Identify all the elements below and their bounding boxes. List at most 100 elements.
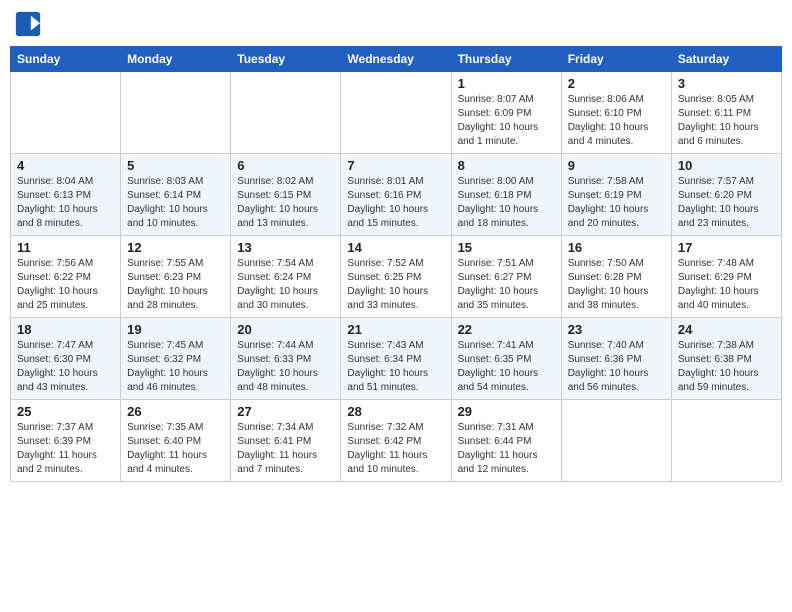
- calendar-day-cell: 16 Sunrise: 7:50 AM Sunset: 6:28 PM Dayli…: [561, 236, 671, 318]
- calendar-day-cell: 9 Sunrise: 7:58 AM Sunset: 6:19 PM Daylig…: [561, 154, 671, 236]
- day-number: 28: [347, 404, 444, 419]
- calendar-day-cell: 3Sunrise: 8:05 AM Sunset: 6:11 PM Daylig…: [671, 72, 781, 154]
- day-number: 18: [17, 322, 114, 337]
- day-info: Sunrise: 8:04 AM Sunset: 6:13 PM Dayligh…: [17, 175, 114, 231]
- day-number: 16: [568, 240, 665, 255]
- day-info: Sunrise: 7:43 AM Sunset: 6:34 PM Dayligh…: [347, 339, 444, 395]
- calendar-table: SundayMondayTuesdayWednesdayThursdayFrid…: [10, 46, 782, 482]
- calendar-body: 1 Sunrise: 8:07 AM Sunset: 6:09 PM Daylig…: [11, 72, 782, 482]
- calendar-day-cell: [121, 72, 231, 154]
- calendar-week-row: 25 Sunrise: 7:37 AM Sunset: 6:39 PM Dayli…: [11, 400, 782, 482]
- day-number: 25: [17, 404, 114, 419]
- calendar-day-cell: 8Sunrise: 8:00 AM Sunset: 6:18 PM Daylig…: [451, 154, 561, 236]
- day-info: Sunrise: 8:01 AM Sunset: 6:16 PM Dayligh…: [347, 175, 444, 231]
- calendar-day-cell: 20Sunrise: 7:44 AM Sunset: 6:33 PM Dayli…: [231, 318, 341, 400]
- day-info: Sunrise: 7:32 AM Sunset: 6:42 PM Dayligh…: [347, 421, 444, 477]
- calendar-day-cell: [341, 72, 451, 154]
- logo: [14, 10, 46, 38]
- calendar-day-cell: 19 Sunrise: 7:45 AM Sunset: 6:32 PM Dayli…: [121, 318, 231, 400]
- day-info: Sunrise: 7:45 AM Sunset: 6:32 PM Dayligh…: [127, 339, 224, 395]
- day-info: Sunrise: 7:54 AM Sunset: 6:24 PM Dayligh…: [237, 257, 334, 313]
- day-number: 26: [127, 404, 224, 419]
- calendar-day-cell: [671, 400, 781, 482]
- day-info: Sunrise: 7:58 AM Sunset: 6:19 PM Dayligh…: [568, 175, 665, 231]
- day-info: Sunrise: 8:00 AM Sunset: 6:18 PM Dayligh…: [458, 175, 555, 231]
- calendar-day-cell: 4 Sunrise: 8:04 AM Sunset: 6:13 PM Daylig…: [11, 154, 121, 236]
- calendar-day-cell: 18 Sunrise: 7:47 AM Sunset: 6:30 PM Dayli…: [11, 318, 121, 400]
- calendar-day-cell: 5Sunrise: 8:03 AM Sunset: 6:14 PM Daylig…: [121, 154, 231, 236]
- day-number: 15: [458, 240, 555, 255]
- calendar-day-cell: 25 Sunrise: 7:37 AM Sunset: 6:39 PM Dayli…: [11, 400, 121, 482]
- day-number: 13: [237, 240, 334, 255]
- calendar-day-cell: 26 Sunrise: 7:35 AM Sunset: 6:40 PM Dayli…: [121, 400, 231, 482]
- weekday-header-cell: Friday: [561, 47, 671, 72]
- calendar-day-cell: 13 Sunrise: 7:54 AM Sunset: 6:24 PM Dayli…: [231, 236, 341, 318]
- day-number: 19: [127, 322, 224, 337]
- day-info: Sunrise: 7:56 AM Sunset: 6:22 PM Dayligh…: [17, 257, 114, 313]
- calendar-day-cell: 11 Sunrise: 7:56 AM Sunset: 6:22 PM Dayli…: [11, 236, 121, 318]
- calendar-day-cell: 24 Sunrise: 7:38 AM Sunset: 6:38 PM Dayli…: [671, 318, 781, 400]
- day-number: 10: [678, 158, 775, 173]
- day-info: Sunrise: 8:03 AM Sunset: 6:14 PM Dayligh…: [127, 175, 224, 231]
- day-number: 1: [458, 76, 555, 91]
- day-info: Sunrise: 7:57 AM Sunset: 6:20 PM Dayligh…: [678, 175, 775, 231]
- day-number: 3: [678, 76, 775, 91]
- day-info: Sunrise: 7:37 AM Sunset: 6:39 PM Dayligh…: [17, 421, 114, 477]
- day-number: 7: [347, 158, 444, 173]
- weekday-header-cell: Wednesday: [341, 47, 451, 72]
- day-info: Sunrise: 8:06 AM Sunset: 6:10 PM Dayligh…: [568, 93, 665, 149]
- day-info: Sunrise: 7:50 AM Sunset: 6:28 PM Dayligh…: [568, 257, 665, 313]
- weekday-header-row: SundayMondayTuesdayWednesdayThursdayFrid…: [11, 47, 782, 72]
- day-info: Sunrise: 7:47 AM Sunset: 6:30 PM Dayligh…: [17, 339, 114, 395]
- calendar-day-cell: 14Sunrise: 7:52 AM Sunset: 6:25 PM Dayli…: [341, 236, 451, 318]
- weekday-header-cell: Saturday: [671, 47, 781, 72]
- calendar-day-cell: 29 Sunrise: 7:31 AM Sunset: 6:44 PM Dayli…: [451, 400, 561, 482]
- day-number: 24: [678, 322, 775, 337]
- weekday-header-cell: Sunday: [11, 47, 121, 72]
- calendar-day-cell: 23 Sunrise: 7:40 AM Sunset: 6:36 PM Dayli…: [561, 318, 671, 400]
- calendar-day-cell: 1 Sunrise: 8:07 AM Sunset: 6:09 PM Daylig…: [451, 72, 561, 154]
- calendar-day-cell: 6 Sunrise: 8:02 AM Sunset: 6:15 PM Daylig…: [231, 154, 341, 236]
- day-info: Sunrise: 7:31 AM Sunset: 6:44 PM Dayligh…: [458, 421, 555, 477]
- day-info: Sunrise: 7:55 AM Sunset: 6:23 PM Dayligh…: [127, 257, 224, 313]
- calendar-day-cell: 22Sunrise: 7:41 AM Sunset: 6:35 PM Dayli…: [451, 318, 561, 400]
- calendar-week-row: 4 Sunrise: 8:04 AM Sunset: 6:13 PM Daylig…: [11, 154, 782, 236]
- calendar-day-cell: 12 Sunrise: 7:55 AM Sunset: 6:23 PM Dayli…: [121, 236, 231, 318]
- calendar-day-cell: 2 Sunrise: 8:06 AM Sunset: 6:10 PM Daylig…: [561, 72, 671, 154]
- weekday-header-cell: Tuesday: [231, 47, 341, 72]
- day-info: Sunrise: 7:52 AM Sunset: 6:25 PM Dayligh…: [347, 257, 444, 313]
- day-number: 12: [127, 240, 224, 255]
- day-number: 27: [237, 404, 334, 419]
- calendar-day-cell: [231, 72, 341, 154]
- calendar-day-cell: 10 Sunrise: 7:57 AM Sunset: 6:20 PM Dayli…: [671, 154, 781, 236]
- day-info: Sunrise: 7:40 AM Sunset: 6:36 PM Dayligh…: [568, 339, 665, 395]
- day-info: Sunrise: 8:02 AM Sunset: 6:15 PM Dayligh…: [237, 175, 334, 231]
- day-info: Sunrise: 8:07 AM Sunset: 6:09 PM Dayligh…: [458, 93, 555, 149]
- day-info: Sunrise: 7:41 AM Sunset: 6:35 PM Dayligh…: [458, 339, 555, 395]
- calendar-day-cell: [11, 72, 121, 154]
- calendar-day-cell: 7 Sunrise: 8:01 AM Sunset: 6:16 PM Daylig…: [341, 154, 451, 236]
- calendar-week-row: 18 Sunrise: 7:47 AM Sunset: 6:30 PM Dayli…: [11, 318, 782, 400]
- day-number: 29: [458, 404, 555, 419]
- day-number: 11: [17, 240, 114, 255]
- calendar-day-cell: 27 Sunrise: 7:34 AM Sunset: 6:41 PM Dayli…: [231, 400, 341, 482]
- day-info: Sunrise: 7:35 AM Sunset: 6:40 PM Dayligh…: [127, 421, 224, 477]
- weekday-header-cell: Monday: [121, 47, 231, 72]
- calendar-day-cell: 21 Sunrise: 7:43 AM Sunset: 6:34 PM Dayli…: [341, 318, 451, 400]
- day-number: 17: [678, 240, 775, 255]
- calendar-week-row: 11 Sunrise: 7:56 AM Sunset: 6:22 PM Dayli…: [11, 236, 782, 318]
- day-number: 9: [568, 158, 665, 173]
- day-number: 20: [237, 322, 334, 337]
- day-info: Sunrise: 7:51 AM Sunset: 6:27 PM Dayligh…: [458, 257, 555, 313]
- day-number: 6: [237, 158, 334, 173]
- day-number: 23: [568, 322, 665, 337]
- day-info: Sunrise: 7:34 AM Sunset: 6:41 PM Dayligh…: [237, 421, 334, 477]
- day-info: Sunrise: 7:38 AM Sunset: 6:38 PM Dayligh…: [678, 339, 775, 395]
- calendar-day-cell: 15 Sunrise: 7:51 AM Sunset: 6:27 PM Dayli…: [451, 236, 561, 318]
- day-number: 4: [17, 158, 114, 173]
- day-number: 21: [347, 322, 444, 337]
- calendar-day-cell: 17Sunrise: 7:48 AM Sunset: 6:29 PM Dayli…: [671, 236, 781, 318]
- calendar-week-row: 1 Sunrise: 8:07 AM Sunset: 6:09 PM Daylig…: [11, 72, 782, 154]
- logo-icon: [14, 10, 42, 38]
- day-number: 2: [568, 76, 665, 91]
